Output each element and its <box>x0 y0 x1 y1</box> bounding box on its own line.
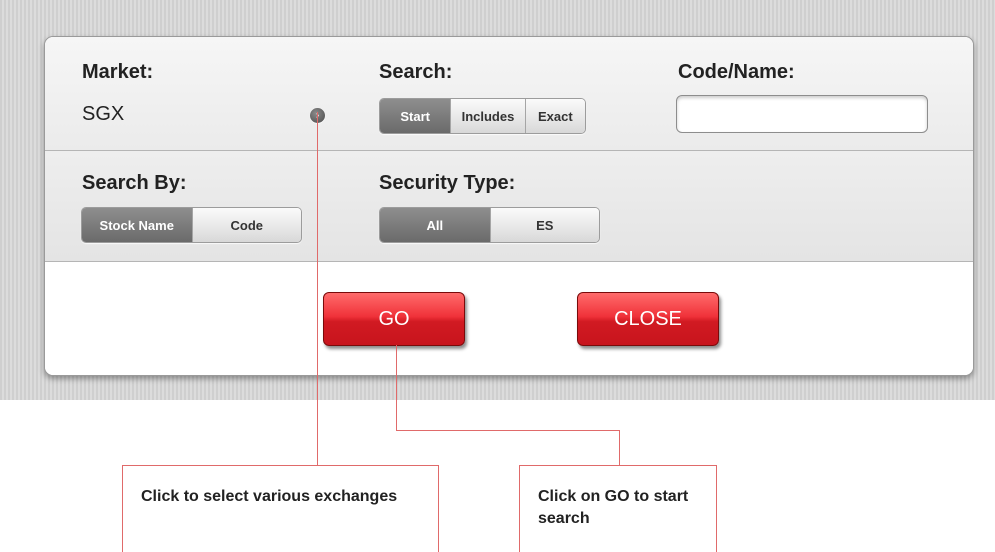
search-option-start[interactable]: Start <box>380 99 451 133</box>
search-by-option-stock-name[interactable]: Stock Name <box>82 208 192 242</box>
code-name-input[interactable] <box>676 95 928 133</box>
action-row: GO CLOSE <box>45 262 973 375</box>
go-callout-line-across <box>396 430 619 431</box>
go-callout-line-down <box>396 345 397 430</box>
security-type-label: Security Type: <box>379 172 516 194</box>
go-button[interactable]: GO <box>323 292 465 346</box>
search-label: Search: <box>379 61 453 83</box>
exchange-callout-line <box>317 112 318 466</box>
go-callout-line-drop <box>619 430 620 466</box>
security-type-option-all[interactable]: All <box>380 208 490 242</box>
code-name-label: Code/Name: <box>678 61 795 83</box>
search-by-label: Search By: <box>82 172 187 194</box>
search-mode-segmented-control: Start Includes Exact <box>379 98 586 134</box>
search-option-exact[interactable]: Exact <box>524 99 585 133</box>
market-label: Market: <box>82 61 154 83</box>
filter-row: Search By: Stock Name Code Security Type… <box>45 151 973 262</box>
exchange-callout-box: Click to select various exchanges <box>122 465 439 552</box>
security-type-option-es[interactable]: ES <box>489 208 599 242</box>
search-by-segmented-control: Stock Name Code <box>81 207 302 243</box>
search-row: Market: SGX › Search: Start Includes Exa… <box>45 37 973 151</box>
search-by-option-code[interactable]: Code <box>191 208 301 242</box>
go-callout-box: Click on GO to start search <box>519 465 717 552</box>
security-type-segmented-control: All ES <box>379 207 600 243</box>
go-callout-text: Click on GO to start search <box>538 488 689 527</box>
search-panel: Market: SGX › Search: Start Includes Exa… <box>44 36 974 376</box>
exchange-callout-text: Click to select various exchanges <box>141 488 398 505</box>
close-button[interactable]: CLOSE <box>577 292 719 346</box>
search-option-includes[interactable]: Includes <box>450 99 525 133</box>
market-value: SGX <box>82 103 125 125</box>
